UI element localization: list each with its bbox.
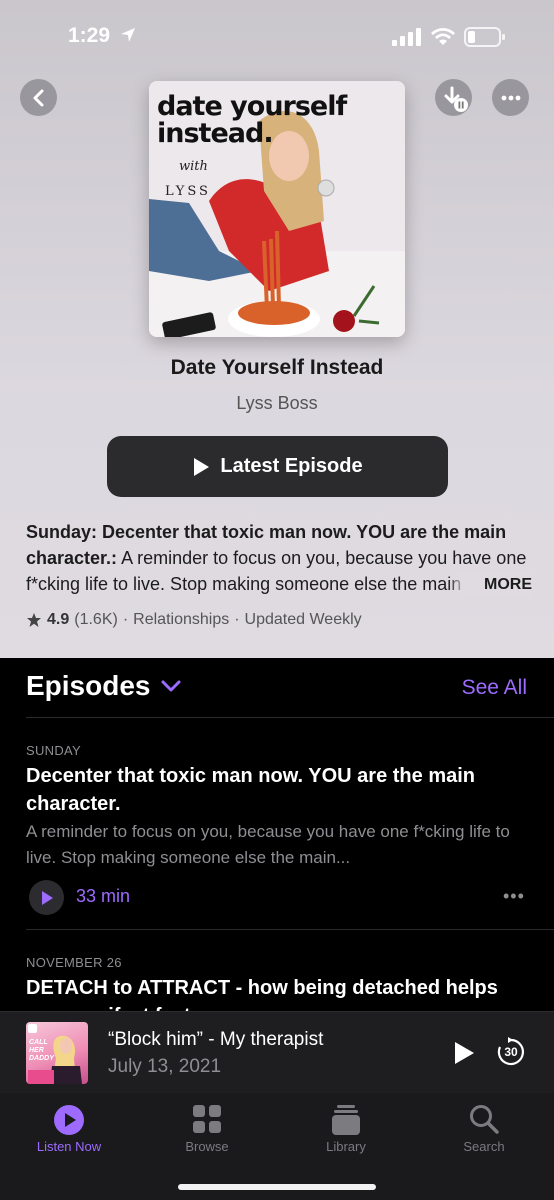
tab-label: Library — [326, 1139, 366, 1154]
status-bar: 1:29 — [0, 0, 554, 70]
tab-label: Browse — [185, 1139, 229, 1154]
location-arrow-icon — [121, 28, 135, 42]
back-button[interactable] — [20, 79, 57, 116]
tab-label: Search — [463, 1139, 505, 1154]
episode-date: NOVEMBER 26 — [26, 955, 122, 970]
download-button[interactable] — [435, 79, 472, 116]
more-options-button[interactable] — [492, 79, 529, 116]
podcast-author[interactable]: Lyss Boss — [0, 393, 554, 414]
mini-player-title: “Block him” - My therapist — [108, 1029, 324, 1050]
episode-more-button[interactable]: ••• — [503, 886, 525, 907]
tab-browse[interactable]: Browse — [138, 1093, 276, 1173]
category-link[interactable]: Relationships — [133, 611, 229, 629]
mini-player-date: July 13, 2021 — [108, 1056, 222, 1077]
mini-artwork-text: CALL HER DADDY — [29, 1039, 54, 1062]
library-stack-icon — [332, 1105, 360, 1135]
divider — [26, 929, 554, 930]
tab-library[interactable]: Library — [277, 1093, 415, 1173]
divider — [26, 717, 554, 718]
latest-episode-label: Latest Episode — [220, 455, 363, 477]
artwork-with-text: with — [179, 159, 208, 174]
episodes-sort-button[interactable]: Episodes — [26, 670, 182, 702]
status-time: 1:29 — [68, 24, 111, 47]
play-button[interactable] — [452, 1040, 476, 1066]
more-link[interactable]: MORE — [448, 572, 532, 598]
episodes-title: Episodes — [26, 670, 151, 701]
chevron-down-icon — [161, 680, 181, 692]
cellular-signal-icon — [392, 28, 421, 46]
chevron-left-icon — [33, 89, 43, 106]
podcast-artwork: date yourself instead. with LYSS — [149, 81, 405, 337]
latest-episode-button[interactable]: Latest Episode — [107, 436, 448, 497]
mini-player[interactable]: CALL HER DADDY “Block him” - My therapis… — [0, 1011, 554, 1093]
podcast-meta: 4.9 (1.6K) · Relationships · Updated Wee… — [26, 611, 362, 629]
meta-separator: · — [122, 611, 129, 628]
skip-forward-button[interactable]: 30 — [496, 1037, 526, 1067]
episode-description: A reminder to focus on you, because you … — [26, 822, 510, 867]
see-all-link[interactable]: See All — [462, 676, 527, 700]
battery-icon — [464, 27, 505, 47]
star-icon — [27, 613, 41, 627]
tab-label: Listen Now — [36, 1139, 102, 1154]
episode-duration: 33 min — [76, 886, 131, 906]
play-icon — [194, 457, 210, 476]
podcast-title: Date Yourself Instead — [170, 356, 384, 379]
mini-player-artwork: CALL HER DADDY — [26, 1022, 88, 1084]
play-circle-icon — [54, 1105, 84, 1135]
update-frequency: Updated Weekly — [244, 611, 362, 628]
play-icon — [41, 890, 53, 905]
tab-listen-now[interactable]: Listen Now — [0, 1093, 138, 1173]
download-paused-icon — [444, 86, 468, 112]
meta-separator: · — [234, 611, 240, 628]
episode-title: Decenter that toxic man now. YOU are the… — [26, 765, 476, 815]
search-icon — [470, 1105, 499, 1134]
tab-search[interactable]: Search — [415, 1093, 553, 1173]
skip-seconds: 30 — [504, 1045, 518, 1059]
artwork-name-text: LYSS — [165, 184, 211, 199]
rating-value: 4.9 — [47, 611, 70, 628]
grid-icon — [193, 1105, 221, 1133]
episode-play-button[interactable] — [29, 880, 64, 915]
home-indicator[interactable] — [178, 1184, 376, 1190]
rating-count: (1.6K) — [74, 611, 118, 628]
episode-date: SUNDAY — [26, 743, 82, 758]
artwork-title-text: date yourself instead. — [157, 91, 347, 149]
wifi-icon — [431, 28, 455, 45]
ellipsis-icon — [501, 95, 520, 100]
